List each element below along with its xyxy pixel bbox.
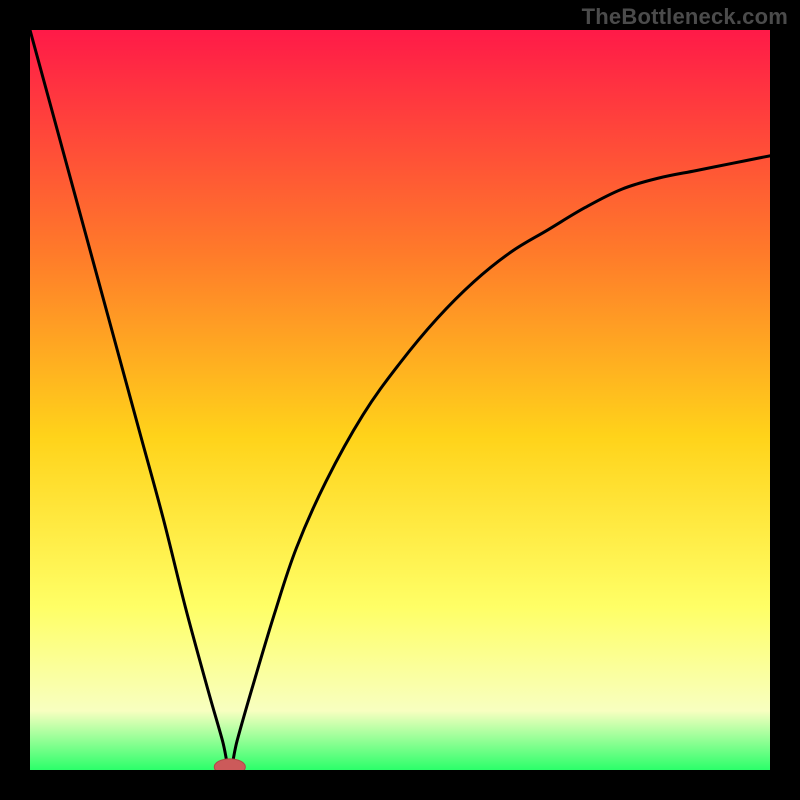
gradient-background (30, 30, 770, 770)
chart-frame: TheBottleneck.com (0, 0, 800, 800)
bottleneck-chart (30, 30, 770, 770)
watermark-text: TheBottleneck.com (582, 4, 788, 30)
plot-area (30, 30, 770, 770)
